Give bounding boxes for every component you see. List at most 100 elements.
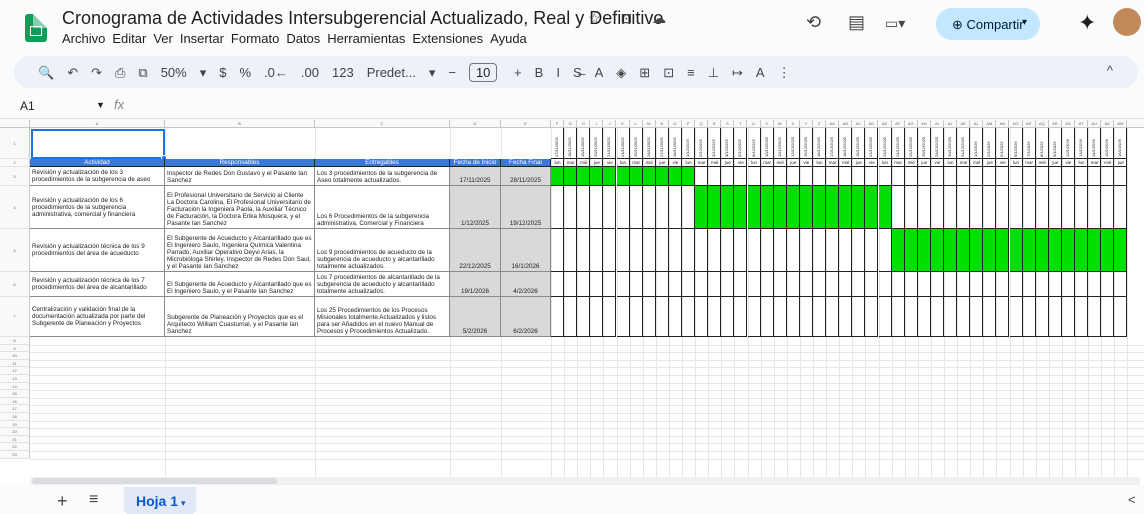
gantt-cell[interactable] [786,167,800,186]
gantt-cell[interactable] [891,297,905,337]
gantt-cell[interactable] [590,297,604,337]
gantt-bar-cell[interactable] [878,186,892,229]
sheet-tab-dropdown-icon[interactable]: ▾ [181,498,186,508]
gantt-bar-cell[interactable] [1035,229,1049,272]
gantt-cell[interactable] [695,167,709,186]
gantt-cell[interactable] [682,229,696,272]
selected-cell-a1[interactable] [31,129,165,159]
cell-responsables[interactable]: El Subgerente de Acueducto y Alcantarill… [165,229,315,272]
toolbar-item[interactable]: ↷ [91,65,102,80]
column-header-AJ[interactable]: AJ [944,120,958,128]
toolbar-item[interactable]: 50% [161,65,187,80]
gantt-cell[interactable] [760,229,774,272]
row-header-2[interactable]: 2 [0,159,30,167]
gantt-cell[interactable] [996,272,1010,297]
gantt-cell[interactable] [852,229,866,272]
gantt-cell[interactable] [577,272,591,297]
column-header-L[interactable]: L [630,120,643,128]
gantt-cell[interactable] [878,167,892,186]
gantt-cell[interactable] [813,167,827,186]
gantt-bar-cell[interactable] [616,167,630,186]
column-header-K[interactable]: K [617,120,630,128]
gantt-cell[interactable] [799,167,813,186]
row-header-9[interactable]: 9 [0,344,30,353]
row-header-16[interactable]: 16 [0,397,30,406]
gantt-cell[interactable] [721,229,735,272]
gantt-bar-cell[interactable] [970,229,984,272]
gantt-cell[interactable] [655,229,669,272]
toolbar-item[interactable]: ⊡ [663,65,674,80]
cell-final[interactable]: 19/12/2025 [501,186,551,229]
gantt-cell[interactable] [747,167,761,186]
toolbar-item[interactable]: + [514,65,522,80]
gantt-cell[interactable] [1088,186,1102,229]
gantt-bar-cell[interactable] [668,167,682,186]
column-header-D[interactable]: D [450,120,501,128]
gantt-cell[interactable] [826,229,840,272]
column-header-W[interactable]: W [774,120,787,128]
gantt-cell[interactable] [655,297,669,337]
column-header-AD[interactable]: AD [865,120,879,128]
gantt-cell[interactable] [813,272,827,297]
cell-final[interactable]: 28/11/2025 [501,167,551,186]
toolbar-item[interactable]: S̶ [573,65,582,80]
menu-item-herramientas[interactable]: Herramientas [327,31,405,46]
column-header-AR[interactable]: AR [1049,120,1062,128]
gantt-cell[interactable] [734,229,748,272]
gantt-cell[interactable] [917,272,931,297]
gantt-cell[interactable] [708,272,722,297]
gantt-cell[interactable] [799,229,813,272]
gantt-cell[interactable] [1101,297,1115,337]
cell-actividad[interactable]: Revisión y actualización técnica de los … [30,229,165,272]
gantt-cell[interactable] [616,272,630,297]
header-responsables[interactable]: Responsables [165,159,315,167]
gantt-cell[interactable] [629,186,643,229]
column-header-AF[interactable]: AF [892,120,905,128]
row-header-21[interactable]: 21 [0,435,30,444]
menu-item-insertar[interactable]: Insertar [180,31,224,46]
collapse-toolbar-icon[interactable]: ^ [1107,63,1113,78]
gantt-cell[interactable] [983,167,997,186]
gantt-cell[interactable] [839,229,853,272]
gantt-cell[interactable] [878,297,892,337]
header-actividad[interactable]: Actividad [30,159,165,167]
gantt-cell[interactable] [1048,272,1062,297]
gantt-cell[interactable] [878,229,892,272]
gantt-bar-cell[interactable] [813,186,827,229]
gantt-cell[interactable] [786,272,800,297]
gantt-cell[interactable] [917,297,931,337]
gantt-cell[interactable] [721,272,735,297]
menu-item-formato[interactable]: Formato [231,31,279,46]
row-header-1[interactable]: 1 [0,128,30,159]
gantt-cell[interactable] [1061,186,1075,229]
cell-inicio[interactable]: 22/12/2025 [450,229,501,272]
toolbar-item[interactable]: ⊥ [708,65,719,80]
gantt-bar-cell[interactable] [577,167,591,186]
gantt-bar-cell[interactable] [826,186,840,229]
gantt-cell[interactable] [1022,167,1036,186]
column-header-AK[interactable]: AK [957,120,971,128]
row-header-3[interactable]: 3 [0,167,30,186]
column-header-H[interactable]: H [577,120,591,128]
column-header-B[interactable]: B [165,120,315,128]
spreadsheet-grid[interactable]: A B C D E F G H I J K L M N O P Q R S T U V W X Y Z AA AB AC AD AE AF AG… [0,120,1144,485]
menu-item-archivo[interactable]: Archivo [62,31,105,46]
column-header-AT[interactable]: AT [1075,120,1089,128]
row-header-23[interactable]: 23 [0,451,30,459]
gantt-cell[interactable] [551,186,565,229]
toolbar-item[interactable]: B [535,65,544,80]
toolbar-item[interactable]: .00 [301,65,319,80]
menu-item-editar[interactable]: Editar [112,31,146,46]
gantt-cell[interactable] [852,272,866,297]
column-header-F[interactable]: F [551,120,565,128]
gantt-cell[interactable] [747,272,761,297]
column-header-AG[interactable]: AG [905,120,918,128]
gantt-bar-cell[interactable] [603,167,617,186]
toolbar-item[interactable]: ◈ [616,65,626,80]
avatar[interactable] [1113,8,1141,36]
row-header-19[interactable]: 19 [0,420,30,429]
gantt-cell[interactable] [904,186,918,229]
cell-inicio[interactable]: 5/2/2026 [450,297,501,337]
gantt-cell[interactable] [996,186,1010,229]
toolbar-item[interactable]: 123 [332,65,354,80]
